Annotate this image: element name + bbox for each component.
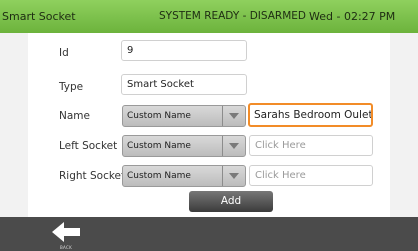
name-input[interactable]: Sarahs Bedroom Oulets — [248, 103, 373, 127]
back-button[interactable]: BACK — [48, 220, 84, 250]
clock: Wed - 02:27 PM — [309, 10, 396, 23]
left-socket-dropdown[interactable]: Custom Name — [122, 135, 246, 157]
type-label: Type — [59, 81, 84, 93]
name-dropdown-value: Custom Name — [127, 111, 191, 121]
left-socket-dropdown-value: Custom Name — [127, 141, 191, 151]
back-label: BACK — [60, 245, 73, 250]
page-title: Smart Socket — [2, 10, 76, 23]
chevron-down-icon — [222, 136, 245, 156]
header-bar: Smart Socket SYSTEM READY - DISARMED Wed… — [0, 0, 418, 33]
chevron-down-icon — [222, 106, 245, 126]
name-label: Name — [59, 110, 90, 122]
right-socket-input[interactable]: Click Here — [249, 165, 373, 186]
footer-bar: BACK — [0, 217, 418, 251]
type-field[interactable]: Smart Socket — [121, 74, 247, 95]
system-status: SYSTEM READY - DISARMED — [159, 10, 306, 22]
left-socket-input[interactable]: Click Here — [249, 135, 373, 156]
id-field[interactable]: 9 — [121, 40, 247, 61]
right-socket-label: Right Socket — [59, 170, 126, 182]
right-socket-dropdown[interactable]: Custom Name — [122, 165, 246, 187]
arrow-left-icon — [52, 222, 80, 242]
name-dropdown[interactable]: Custom Name — [122, 105, 246, 127]
left-socket-label: Left Socket — [59, 140, 118, 152]
id-label: Id — [59, 47, 69, 59]
right-socket-dropdown-value: Custom Name — [127, 171, 191, 181]
chevron-down-icon — [222, 166, 245, 186]
add-button[interactable]: Add — [189, 191, 273, 212]
